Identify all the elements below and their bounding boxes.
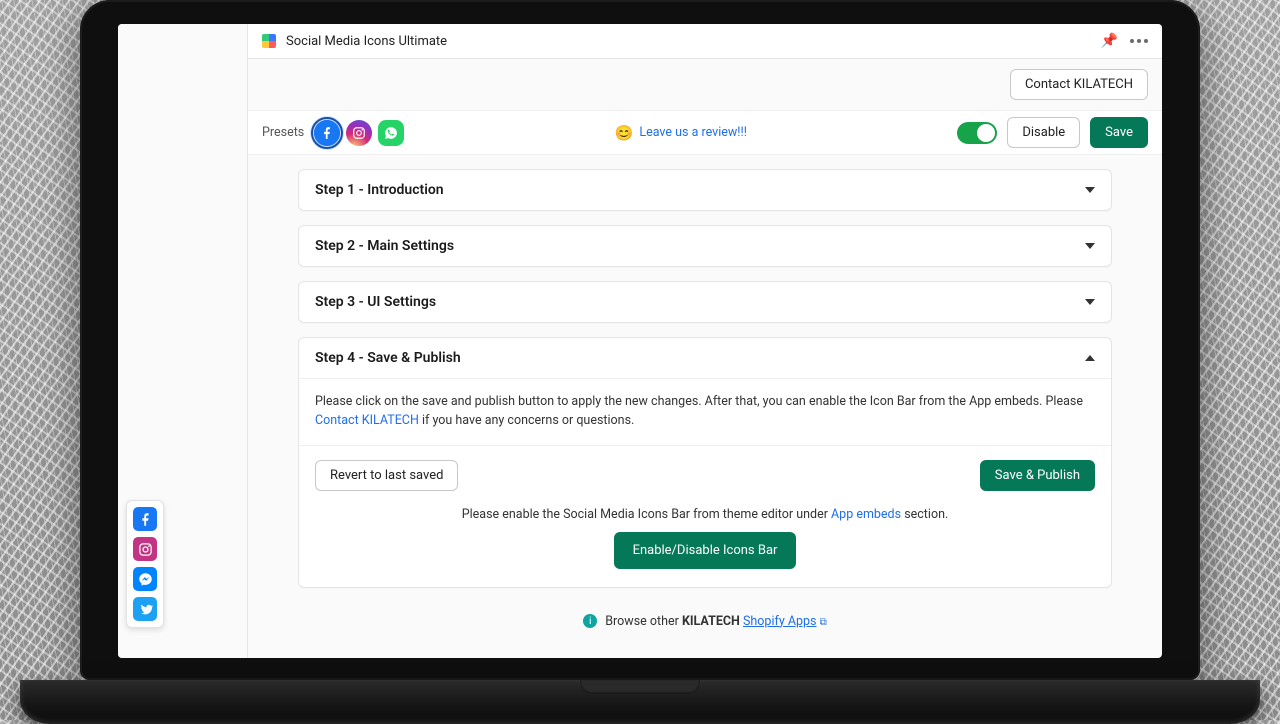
preset-facebook-icon[interactable]	[314, 120, 340, 146]
revert-button[interactable]: Revert to last saved	[315, 460, 458, 491]
external-link-icon: ⧉	[820, 617, 827, 628]
step-1-title: Step 1 - Introduction	[315, 182, 444, 198]
review-link[interactable]: 😊 Leave us a review!!!	[615, 124, 747, 142]
app-title: Social Media Icons Ultimate	[286, 34, 447, 49]
laptop-mockup: Social Media Icons Ultimate 📌 Contact KI…	[80, 0, 1200, 720]
smile-icon: 😊	[615, 124, 634, 142]
step-1-header[interactable]: Step 1 - Introduction	[299, 170, 1111, 210]
float-instagram-icon[interactable]	[133, 537, 157, 561]
chevron-up-icon	[1085, 355, 1095, 361]
app-embeds-link[interactable]: App embeds	[831, 507, 901, 522]
step-2-header[interactable]: Step 2 - Main Settings	[299, 226, 1111, 266]
step-4-title: Step 4 - Save & Publish	[315, 350, 461, 366]
save-button[interactable]: Save	[1090, 117, 1148, 148]
float-twitter-icon[interactable]	[133, 597, 157, 621]
contact-button[interactable]: Contact KILATECH	[1010, 69, 1148, 100]
enable-disable-bar-button[interactable]: Enable/Disable Icons Bar	[614, 532, 797, 569]
embed-instruction: Please enable the Social Media Icons Bar…	[315, 507, 1095, 522]
step-4-accordion: Step 4 - Save & Publish Please click on …	[298, 337, 1112, 588]
app-logo	[262, 34, 276, 48]
step-4-header[interactable]: Step 4 - Save & Publish	[299, 338, 1111, 378]
chevron-down-icon	[1085, 243, 1095, 249]
step-3-header[interactable]: Step 3 - UI Settings	[299, 282, 1111, 322]
shopify-apps-link[interactable]: Shopify Apps	[743, 614, 817, 629]
contact-link[interactable]: Contact KILATECH	[315, 413, 419, 428]
footer-browse: i Browse other KILATECH Shopify Apps ⧉	[298, 614, 1112, 629]
chevron-down-icon	[1085, 187, 1095, 193]
preset-instagram-icon[interactable]	[346, 120, 372, 146]
enable-toggle[interactable]	[957, 122, 997, 144]
step-4-note: Please click on the save and publish but…	[315, 393, 1095, 431]
save-publish-button[interactable]: Save & Publish	[980, 460, 1095, 491]
pin-icon[interactable]: 📌	[1101, 33, 1118, 49]
presets-label: Presets	[262, 125, 304, 140]
preset-bar: Presets	[248, 110, 1162, 155]
info-icon: i	[583, 614, 597, 628]
review-text[interactable]: Leave us a review!!!	[639, 125, 747, 140]
chevron-down-icon	[1085, 299, 1095, 305]
disable-button[interactable]: Disable	[1007, 117, 1080, 148]
float-messenger-icon[interactable]	[133, 567, 157, 591]
float-facebook-icon[interactable]	[133, 507, 157, 531]
step-3-title: Step 3 - UI Settings	[315, 294, 436, 310]
step-2-accordion: Step 2 - Main Settings	[298, 225, 1112, 267]
floating-social-bar	[126, 500, 164, 628]
step-1-accordion: Step 1 - Introduction	[298, 169, 1112, 211]
more-icon[interactable]	[1130, 39, 1148, 43]
step-3-accordion: Step 3 - UI Settings	[298, 281, 1112, 323]
footer-brand: KILATECH	[682, 614, 740, 629]
preset-whatsapp-icon[interactable]	[378, 120, 404, 146]
step-2-title: Step 2 - Main Settings	[315, 238, 454, 254]
app-topbar: Social Media Icons Ultimate 📌	[248, 24, 1162, 59]
